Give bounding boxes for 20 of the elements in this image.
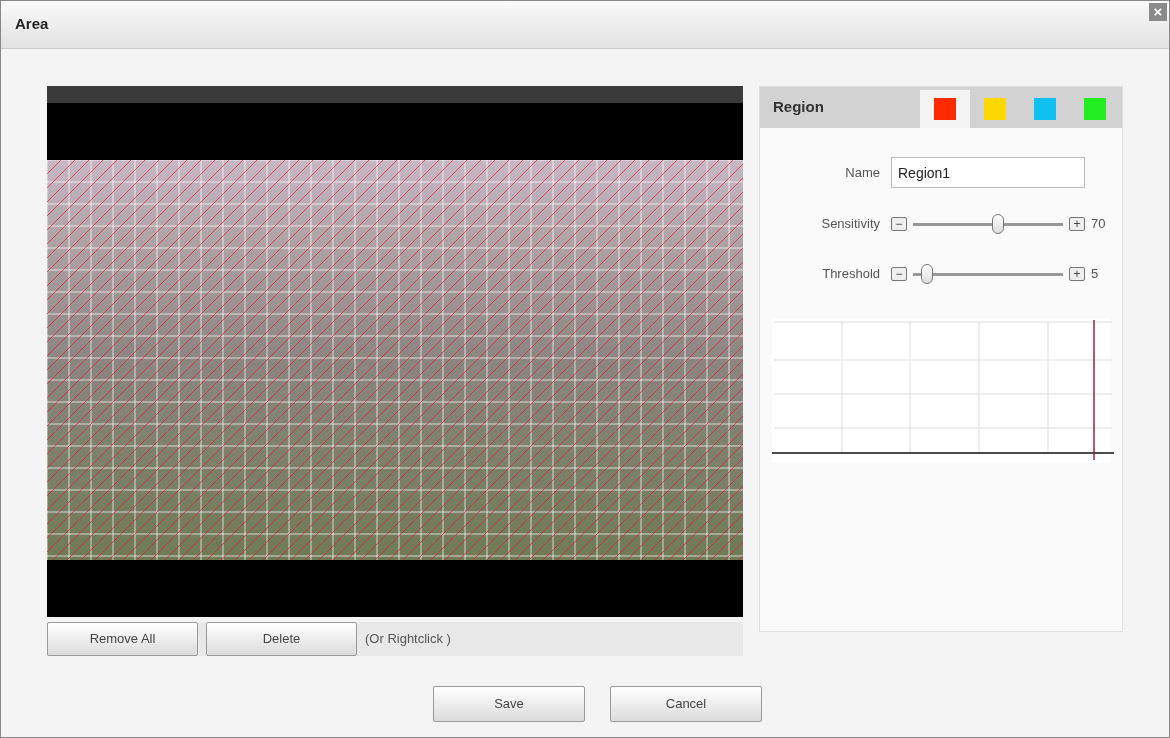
slider-thumb[interactable] [991,214,1004,234]
increase-button[interactable]: + [1069,267,1085,281]
dialog-button[interactable]: Cancel [610,686,762,722]
slider-thumb[interactable] [921,264,934,284]
video-action-button[interactable]: Remove All [47,622,198,656]
slider-label: Threshold [821,265,880,284]
name-field[interactable]: Region1 [891,157,1085,188]
region-title: Region [772,97,825,118]
decrease-button[interactable]: − [891,217,907,231]
decrease-button[interactable]: − [891,267,907,281]
window-title: Area [15,14,49,35]
video-action-button[interactable]: Delete [206,622,357,656]
dialog-button[interactable]: Save [433,686,585,722]
slider-value: 70 [1091,215,1106,234]
slider-value: 5 [1091,265,1099,284]
slider-label: Sensitivity [820,215,880,234]
hint-text: (Or Rightclick ) [365,630,451,649]
increase-button[interactable]: + [1069,217,1085,231]
name-label: Name [844,163,880,182]
color-tab[interactable] [920,90,970,128]
